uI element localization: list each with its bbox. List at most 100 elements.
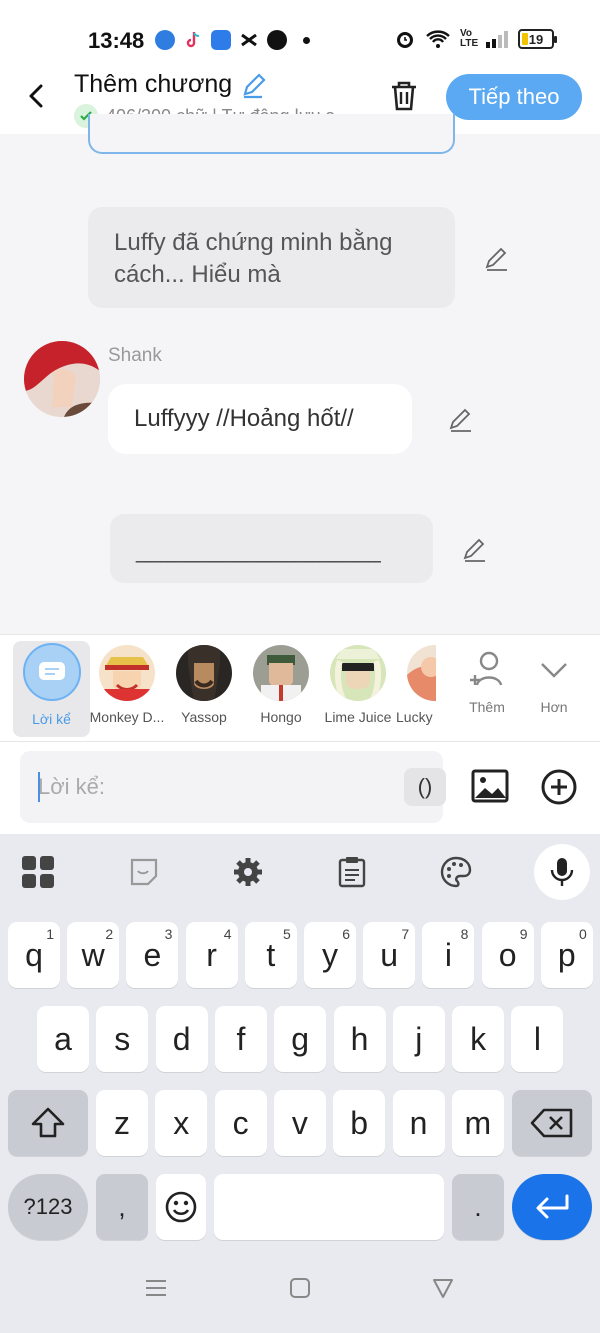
key-y[interactable]: y6 xyxy=(304,922,356,988)
key-number-hint: 4 xyxy=(223,926,232,942)
symbols-key[interactable]: ?123 xyxy=(8,1174,88,1240)
key-r[interactable]: r4 xyxy=(185,922,238,988)
chapter-content: Luffy đã chứng minh bằng cách... Hiểu mà… xyxy=(0,114,600,634)
keyboard: ?123 , . q1w2e3r4t5y6u7i8o9p0asdfghjklzx… xyxy=(0,834,600,1333)
keyboard-toolbar xyxy=(0,834,600,912)
edit-draft-icon[interactable] xyxy=(460,534,490,564)
theme-palette-icon[interactable] xyxy=(438,854,474,890)
key-t[interactable]: t5 xyxy=(244,922,297,988)
lucky-avatar xyxy=(407,645,436,701)
shift-arrow-icon xyxy=(31,1107,65,1138)
key-number-hint: 7 xyxy=(401,926,410,942)
narration-input[interactable] xyxy=(38,771,378,803)
key-p[interactable]: p0 xyxy=(540,922,593,988)
key-b[interactable]: b xyxy=(333,1090,386,1156)
clipboard-icon[interactable] xyxy=(334,854,370,890)
key-number-hint: 2 xyxy=(105,926,114,942)
key-g[interactable]: g xyxy=(274,1006,327,1072)
microphone-button[interactable] xyxy=(534,844,590,900)
more-characters-button[interactable]: Hơn xyxy=(515,635,593,743)
messenger-app-icon xyxy=(267,30,287,50)
add-character-label: Thêm xyxy=(469,699,505,715)
key-a[interactable]: a xyxy=(37,1006,89,1072)
character-yassop[interactable]: Yassop xyxy=(165,635,243,743)
dialogue-bubble[interactable]: Luffyyy //Hoảng hốt// xyxy=(108,384,412,454)
key-e[interactable]: e3 xyxy=(126,922,179,988)
key-letter: i xyxy=(444,936,452,973)
settings-gear-icon[interactable] xyxy=(230,854,266,890)
emoji-key[interactable] xyxy=(156,1174,206,1240)
trash-icon[interactable] xyxy=(386,78,422,114)
key-l[interactable]: l xyxy=(511,1006,564,1072)
key-i[interactable]: i8 xyxy=(422,922,475,988)
add-person-icon xyxy=(470,651,503,686)
lime-juice-avatar xyxy=(330,645,386,701)
home-icon[interactable] xyxy=(288,1276,312,1300)
draft-narration-bubble[interactable]: ____________________ xyxy=(110,514,433,583)
narrator-icon xyxy=(22,643,81,701)
next-button[interactable]: Tiếp theo xyxy=(446,74,582,120)
shift-key[interactable] xyxy=(8,1090,88,1156)
parentheses-button[interactable]: () xyxy=(404,768,446,806)
back-nav-icon[interactable] xyxy=(431,1276,455,1300)
key-o[interactable]: o9 xyxy=(481,922,534,988)
apps-grid-icon[interactable] xyxy=(20,854,56,890)
key-m[interactable]: m xyxy=(451,1090,504,1156)
key-j[interactable]: j xyxy=(392,1006,445,1072)
narration-bubble[interactable]: Luffy đã chứng minh bằng cách... Hiểu mà xyxy=(88,207,455,308)
speaker-name: Shank xyxy=(108,345,162,366)
character-narrator[interactable]: Lời kể xyxy=(13,641,90,737)
character-lucky[interactable]: Lucky xyxy=(396,635,436,743)
key-k[interactable]: k xyxy=(452,1006,505,1072)
character-hongo[interactable]: Hongo xyxy=(242,635,320,743)
backspace-key[interactable] xyxy=(512,1090,592,1156)
previous-bubble-fragment xyxy=(88,114,455,154)
recent-apps-icon[interactable] xyxy=(144,1276,168,1300)
pencil-edit-icon[interactable] xyxy=(240,71,268,99)
key-z[interactable]: z xyxy=(96,1090,148,1156)
key-n[interactable]: n xyxy=(392,1090,445,1156)
key-d[interactable]: d xyxy=(155,1006,208,1072)
narration-input-box[interactable]: () xyxy=(20,751,446,823)
add-icon[interactable] xyxy=(540,768,578,806)
tiktok-app-icon xyxy=(183,30,203,50)
key-w[interactable]: w2 xyxy=(67,922,120,988)
key-u[interactable]: u7 xyxy=(363,922,416,988)
yassop-avatar xyxy=(176,645,232,701)
character-label: Monkey D... xyxy=(89,709,165,725)
period-key[interactable]: . xyxy=(452,1174,504,1240)
key-letter: t xyxy=(266,936,276,973)
enter-key[interactable] xyxy=(512,1174,592,1240)
insert-image-icon[interactable] xyxy=(470,766,510,806)
status-app-icons xyxy=(155,30,310,50)
character-label: Lucky xyxy=(396,709,433,725)
sticker-icon[interactable] xyxy=(126,854,162,890)
more-notifications-dot xyxy=(303,36,310,44)
browser-app-icon xyxy=(155,30,175,50)
key-v[interactable]: v xyxy=(273,1090,326,1156)
character-monkey-d[interactable]: Monkey D... xyxy=(88,635,166,743)
character-label: Lime Juice xyxy=(324,709,392,725)
edit-narration-icon[interactable] xyxy=(482,243,512,273)
key-f[interactable]: f xyxy=(214,1006,267,1072)
key-letter: p xyxy=(557,936,576,973)
character-lime-juice[interactable]: Lime Juice xyxy=(319,635,397,743)
key-s[interactable]: s xyxy=(96,1006,149,1072)
character-selector: Lời kể Monkey D... Yassop Hongo Lime Jui xyxy=(0,634,600,742)
comma-key[interactable]: , xyxy=(96,1174,148,1240)
more-characters-label: Hơn xyxy=(540,699,568,715)
key-letter: y xyxy=(322,936,338,973)
shank-avatar[interactable] xyxy=(24,341,100,417)
key-letter: q xyxy=(25,936,43,973)
key-c[interactable]: c xyxy=(214,1090,267,1156)
edit-dialogue-icon[interactable] xyxy=(446,404,476,434)
key-number-hint: 6 xyxy=(342,926,350,942)
key-x[interactable]: x xyxy=(155,1090,208,1156)
key-h[interactable]: h xyxy=(333,1006,386,1072)
key-q[interactable]: q1 xyxy=(8,922,60,988)
hongo-avatar xyxy=(253,645,309,701)
back-arrow-icon[interactable] xyxy=(20,80,52,112)
space-key[interactable] xyxy=(214,1174,444,1240)
key-number-hint: 9 xyxy=(519,926,528,942)
text-caret xyxy=(38,772,40,802)
